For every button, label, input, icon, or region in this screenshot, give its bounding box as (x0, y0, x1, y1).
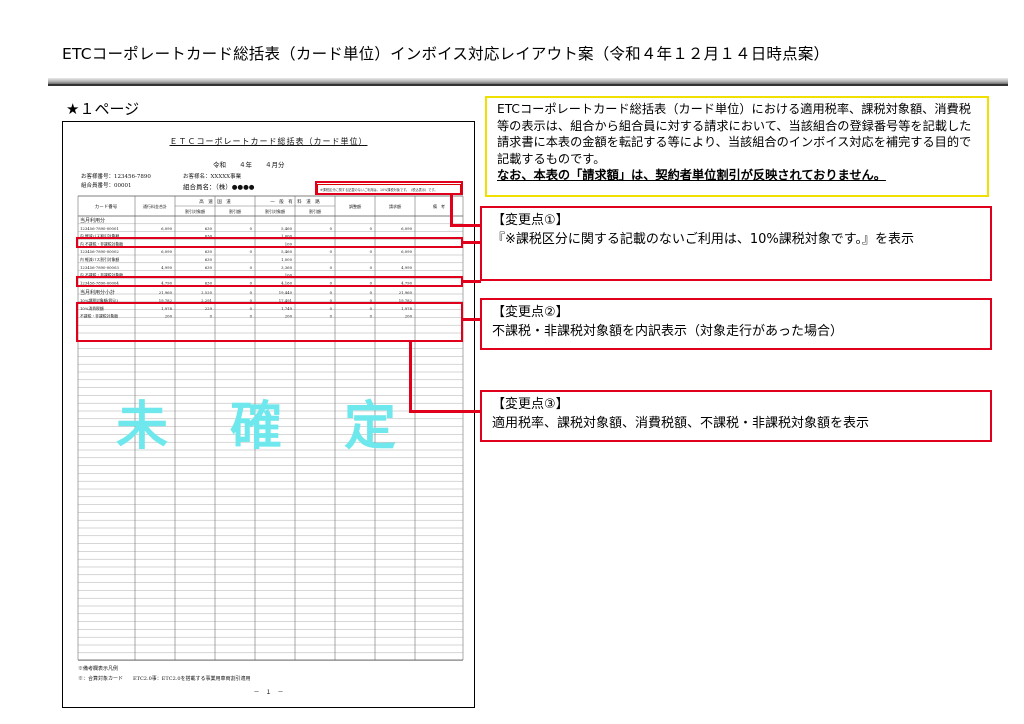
page-title: ETCコーポレートカード総括表（カード単位）インボイス対応レイアウト案（令和４年… (62, 45, 830, 63)
table-value: 0 (370, 265, 373, 270)
change-point-3: 【変更点③】 適用税率、課税対象額、消費税額、不課税・非課税対象額を表示 (480, 390, 992, 442)
connector-3-h (409, 410, 482, 413)
header-card-no: カード番号 (95, 203, 118, 210)
change-point-2-body: 不課税・非課税対象額を内訳表示（対象走行があった場合） (492, 324, 844, 339)
table-value: 0 (330, 226, 333, 231)
table-value: 5,460 (281, 249, 292, 254)
footer-legend-detail: ※：合算対象カード ETC2.0事：ETC2.0を搭載する事業用車両割引適用 (78, 676, 251, 682)
header-rule-line (48, 84, 1008, 86)
change-point-3-body: 適用税率、課税対象額、消費税額、不課税・非課税対象額を表示 (492, 416, 870, 431)
header-total: 通行料金合計 (143, 203, 167, 209)
explanation-text: ETCコーポレートカード総括表（カード単位）における適用税率、課税対象額、消費税… (497, 102, 972, 166)
table-value: 21,960 (159, 290, 173, 295)
section-label: 当月利用分 (80, 217, 105, 224)
subtotal-label: 当月利用分小計 (80, 289, 115, 296)
row-label: 123456-7890-00002 (80, 249, 119, 254)
table-value: 6,090 (161, 249, 172, 254)
table-value: 0 (330, 265, 333, 270)
header-toll-discount: 割引額 (309, 208, 321, 214)
header-ex-discount: 割引額 (229, 208, 241, 214)
table-value: 0 (250, 226, 253, 231)
table-value: 630 (205, 226, 213, 231)
page-label: ★１ページ (66, 100, 140, 118)
table-value: 0 (250, 249, 253, 254)
table-value: 0 (370, 290, 373, 295)
table-value: 0 (370, 249, 373, 254)
table-value: 5,460 (281, 226, 292, 231)
unconfirmed-watermark: 未確定 (116, 397, 459, 457)
header-ex-target: 割引対象額 (185, 208, 205, 214)
change-point-2: 【変更点②】 不課税・非課税対象額を内訳表示（対象走行があった場合） (480, 298, 992, 350)
header-toll: 一 般 有 料 道 路 (270, 198, 320, 205)
header-toll-target: 割引対象額 (265, 208, 285, 214)
table-value: 4,990 (401, 265, 412, 270)
footer-legend: ※備考欄表示凡例 (78, 666, 119, 672)
change-point-1-title: 【変更点①】 (492, 213, 569, 228)
explanation-bold: なお、本表の「請求額」は、契約者単位割引が反映されておりません。 (497, 168, 886, 182)
header-billing: 請求額 (389, 203, 401, 209)
connector-1-h (450, 224, 482, 227)
table-value: 4,990 (161, 265, 172, 270)
change-point-1: 【変更点①】 『※課税区分に関する記載のないご利用は、10%課税対象です。』を表… (480, 206, 992, 281)
table-value: 0 (250, 290, 253, 295)
table-value: 630 (205, 249, 213, 254)
connector-3-v (409, 342, 412, 412)
change-point-1-body: 『※課税区分に関する記載のないご利用は、10%課税対象です。』を表示 (492, 232, 914, 247)
table-value: 1,000 (281, 257, 292, 262)
table-value: 0 (330, 290, 333, 295)
change-point-3-title: 【変更点③】 (492, 397, 569, 412)
table-value: 0 (370, 226, 373, 231)
document-preview: ＥＴＣコーポレートカード総括表（カード単位） 令和 ４年 ４月分 お客様番号：1… (62, 121, 475, 708)
table-value: 0 (330, 249, 333, 254)
table-value: 6,090 (401, 249, 412, 254)
table-value: 630 (205, 257, 213, 262)
explanation-box: ETCコーポレートカード総括表（カード単位）における適用税率、課税対象額、消費税… (485, 96, 989, 197)
row-label: 内 軽減バス割引対象額 (80, 257, 119, 262)
table-value: 0 (250, 265, 253, 270)
change2-highlight-a (76, 237, 463, 248)
page-number: － １ － (253, 689, 284, 696)
row-label: 123456-7890-00001 (80, 226, 119, 231)
header-adjust: 調整額 (349, 203, 361, 209)
header-expressway: 高 速 国 道 (199, 198, 231, 205)
connector-2b (463, 280, 481, 283)
change1-highlight (315, 181, 463, 195)
change3-highlight (76, 302, 463, 342)
change2-highlight-b (76, 276, 463, 287)
table-value: 3,360 (281, 265, 292, 270)
row-label: 123456-7890-00003 (80, 265, 119, 270)
table-value: 21,960 (399, 290, 413, 295)
table-value: 6,090 (161, 226, 172, 231)
change-point-2-title: 【変更点②】 (492, 305, 569, 320)
header-remarks: 備 考 (433, 203, 445, 209)
table-value: 6,090 (401, 226, 412, 231)
connector-2c (463, 318, 481, 321)
connector-2a (463, 241, 481, 244)
table-value: 630 (205, 265, 213, 270)
table-value: 2,520 (201, 290, 212, 295)
table-value: 19,440 (279, 290, 293, 295)
connector-1-v (450, 194, 453, 226)
